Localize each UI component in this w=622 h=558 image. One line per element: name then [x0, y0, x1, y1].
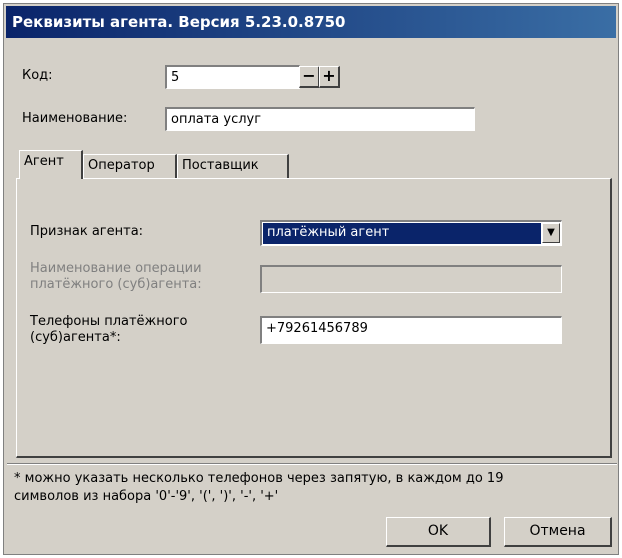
operation-label-line1: Наименование операции [30, 261, 202, 276]
tab-supplier[interactable]: Поставщик [177, 154, 289, 178]
window-title: Реквизиты агента. Версия 5.23.0.8750 [6, 6, 616, 38]
agent-sign-select[interactable]: платёжный агент ▼ [260, 220, 562, 246]
agent-details-dialog: Реквизиты агента. Версия 5.23.0.8750 Код… [3, 3, 619, 555]
phones-label-line1: Телефоны платёжного [30, 314, 188, 329]
agent-sign-value: платёжный агент [263, 223, 541, 244]
tab-operator[interactable]: Оператор [83, 154, 177, 178]
agent-sign-label: Признак агента: [30, 224, 144, 239]
footnote-line2: символов из набора '0'-'9', '(', ')', '-… [14, 489, 279, 504]
footer-divider [7, 463, 617, 465]
cancel-button[interactable]: Отмена [504, 517, 612, 547]
operation-name-input[interactable] [260, 265, 562, 293]
ok-button[interactable]: OK [386, 517, 491, 547]
footnote-line1: * можно указать несколько телефонов чере… [14, 471, 504, 486]
phones-label-line2: (суб)агента*: [30, 330, 121, 345]
name-label: Наименование: [22, 111, 128, 126]
name-input[interactable]: оплата услуг [165, 107, 475, 131]
code-input[interactable]: 5 [165, 65, 300, 89]
operation-label-line2: платёжного (суб)агента: [30, 277, 202, 292]
plus-button[interactable]: + [319, 66, 340, 88]
code-label: Код: [22, 68, 53, 83]
chevron-down-icon[interactable]: ▼ [542, 223, 560, 243]
tab-agent[interactable]: Агент [19, 150, 83, 179]
phones-input[interactable]: +79261456789 [260, 316, 562, 344]
minus-button[interactable]: − [299, 66, 320, 88]
